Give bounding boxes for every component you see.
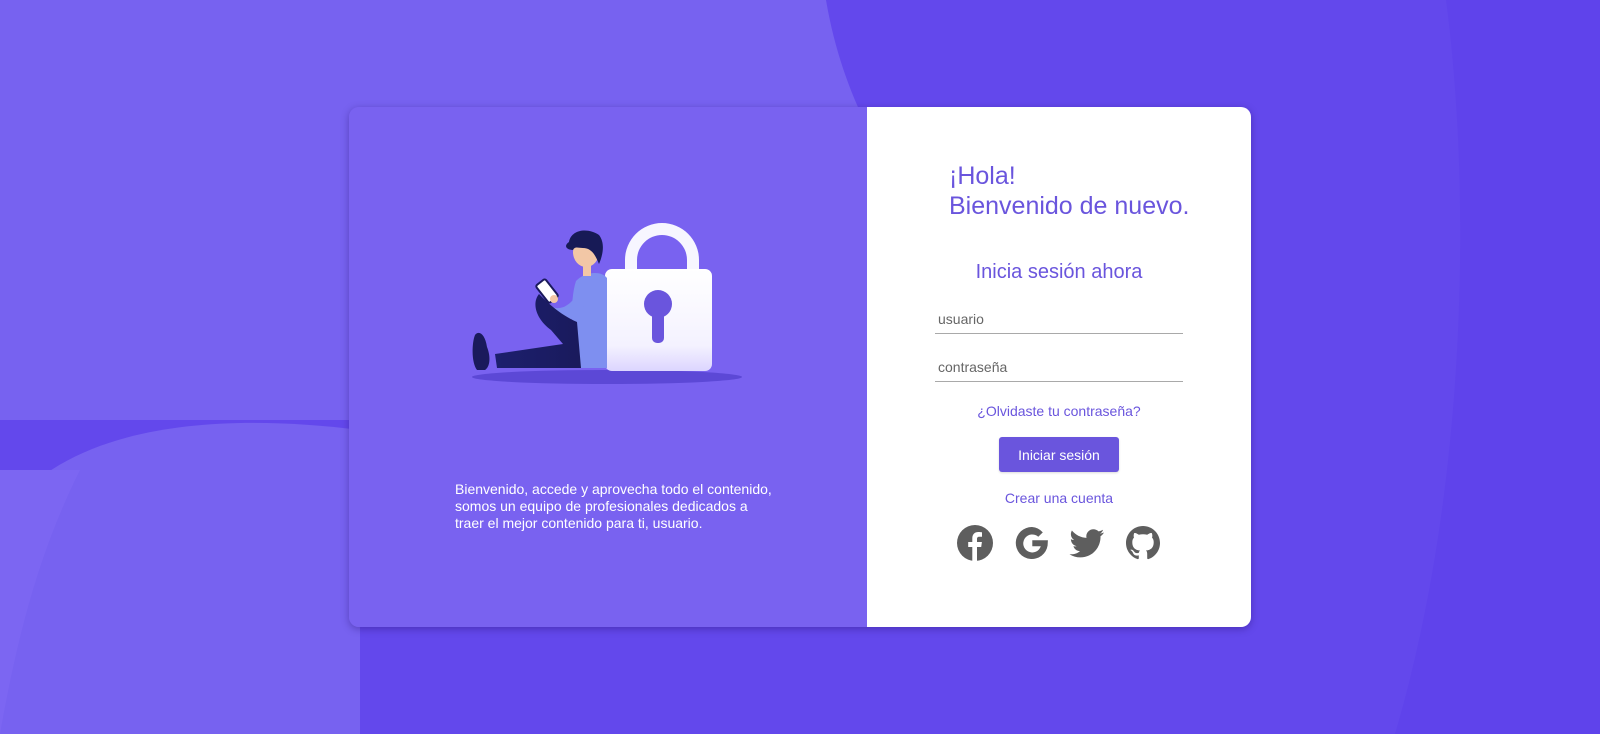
login-panel: ¡Hola! Bienvenido de nuevo. Inicia sesió… xyxy=(867,107,1251,627)
password-input[interactable] xyxy=(935,352,1183,382)
login-button[interactable]: Iniciar sesión xyxy=(999,437,1119,472)
person-shoe xyxy=(472,332,490,370)
github-icon[interactable] xyxy=(1125,525,1161,561)
person-with-padlock-illustration xyxy=(472,223,742,384)
facebook-icon[interactable] xyxy=(957,525,993,561)
greeting-heading: ¡Hola! Bienvenido de nuevo. xyxy=(949,161,1189,221)
forgot-password-link[interactable]: ¿Olvidaste tu contraseña? xyxy=(867,403,1251,419)
padlock-shackle xyxy=(625,223,699,272)
welcome-panel: Bienvenido, accede y aprovecha todo el c… xyxy=(349,107,867,627)
shadow-ellipse xyxy=(472,370,742,384)
social-login-row xyxy=(957,525,1167,561)
google-icon[interactable] xyxy=(1014,525,1050,561)
username-input[interactable] xyxy=(935,304,1183,334)
person-hand xyxy=(550,295,558,303)
greeting-line-hello: ¡Hola! xyxy=(949,162,1016,190)
greeting-line-welcome: Bienvenido de nuevo. xyxy=(949,192,1190,220)
keyhole-stem xyxy=(652,310,664,343)
login-card: Bienvenido, accede y aprovecha todo el c… xyxy=(349,107,1251,627)
intro-text: Bienvenido, accede y aprovecha todo el c… xyxy=(455,481,772,531)
background-right-shape xyxy=(1395,0,1600,734)
login-title: Inicia sesión ahora xyxy=(975,261,1143,283)
twitter-icon[interactable] xyxy=(1069,525,1105,561)
create-account-link[interactable]: Crear una cuenta xyxy=(867,490,1251,506)
background-bottom-left-shape xyxy=(0,422,360,734)
